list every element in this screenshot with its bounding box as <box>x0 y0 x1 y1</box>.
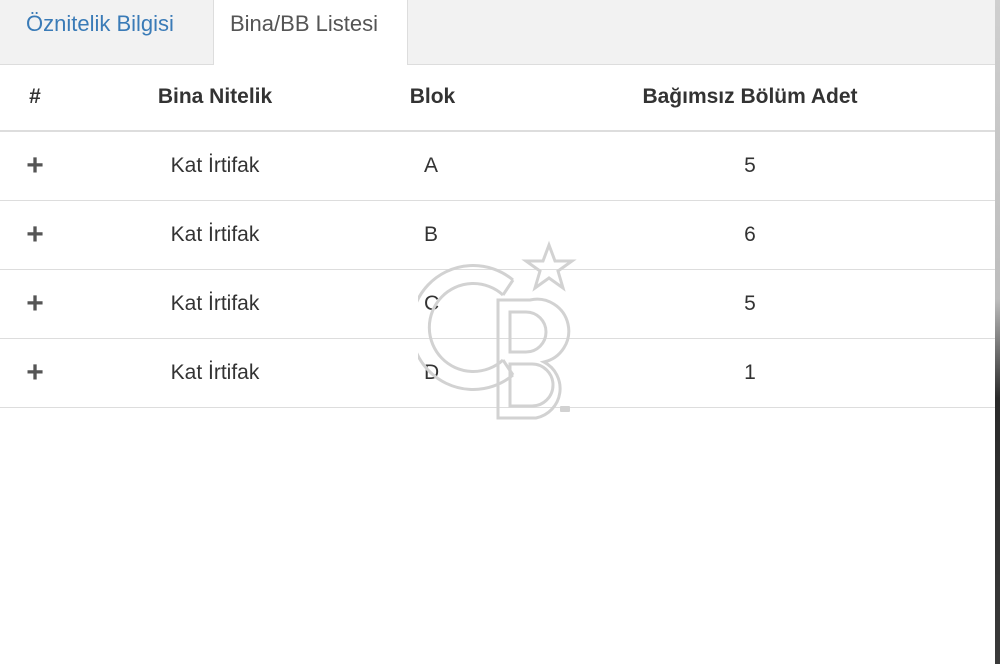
window-edge <box>995 0 1000 664</box>
expand-row-button[interactable]: + <box>0 270 70 338</box>
tab-oznitelik-bilgisi[interactable]: Öznitelik Bilgisi <box>12 0 188 64</box>
expand-row-button[interactable]: + <box>0 339 70 407</box>
bina-list-table: # Bina Nitelik Blok Bağımsız Bölüm Adet … <box>0 64 995 408</box>
adet-cell: 6 <box>744 223 756 246</box>
adet-cell: 1 <box>744 361 756 384</box>
column-header-hash: # <box>29 85 41 108</box>
table-row: + Kat İrtifak A 5 <box>0 132 995 201</box>
plus-icon: + <box>26 218 44 251</box>
tab-bina-bb-listesi[interactable]: Bina/BB Listesi <box>213 0 408 65</box>
bina-nitelik-cell: Kat İrtifak <box>170 223 260 246</box>
expand-row-button[interactable]: + <box>0 132 70 200</box>
adet-cell: 5 <box>744 154 756 177</box>
blok-cell: C <box>424 292 440 315</box>
plus-icon: + <box>26 356 44 389</box>
bina-nitelik-cell: Kat İrtifak <box>170 361 260 384</box>
bina-bb-panel: Öznitelik Bilgisi Bina/BB Listesi # Bina… <box>0 0 1000 664</box>
expand-row-button[interactable]: + <box>0 201 70 269</box>
bina-nitelik-cell: Kat İrtifak <box>170 292 260 315</box>
column-header-blok: Blok <box>409 85 456 108</box>
plus-icon: + <box>26 287 44 320</box>
column-header-bina-nitelik: Bina Nitelik <box>157 85 273 108</box>
table-row: + Kat İrtifak B 6 <box>0 201 995 270</box>
plus-icon: + <box>26 149 44 182</box>
tab-bar: Öznitelik Bilgisi Bina/BB Listesi <box>0 0 995 65</box>
blok-cell: B <box>424 223 439 246</box>
adet-cell: 5 <box>744 292 756 315</box>
tab-label: Bina/BB Listesi <box>230 11 378 36</box>
table-row: + Kat İrtifak D 1 <box>0 339 995 408</box>
table-row: + Kat İrtifak C 5 <box>0 270 995 339</box>
blok-cell: D <box>424 361 440 384</box>
tab-label: Öznitelik Bilgisi <box>26 11 174 36</box>
bina-nitelik-cell: Kat İrtifak <box>170 154 260 177</box>
blok-cell: A <box>424 154 439 177</box>
table-header-row: # Bina Nitelik Blok Bağımsız Bölüm Adet <box>0 64 995 132</box>
column-header-bagimsiz-bolum-adet: Bağımsız Bölüm Adet <box>642 85 858 108</box>
